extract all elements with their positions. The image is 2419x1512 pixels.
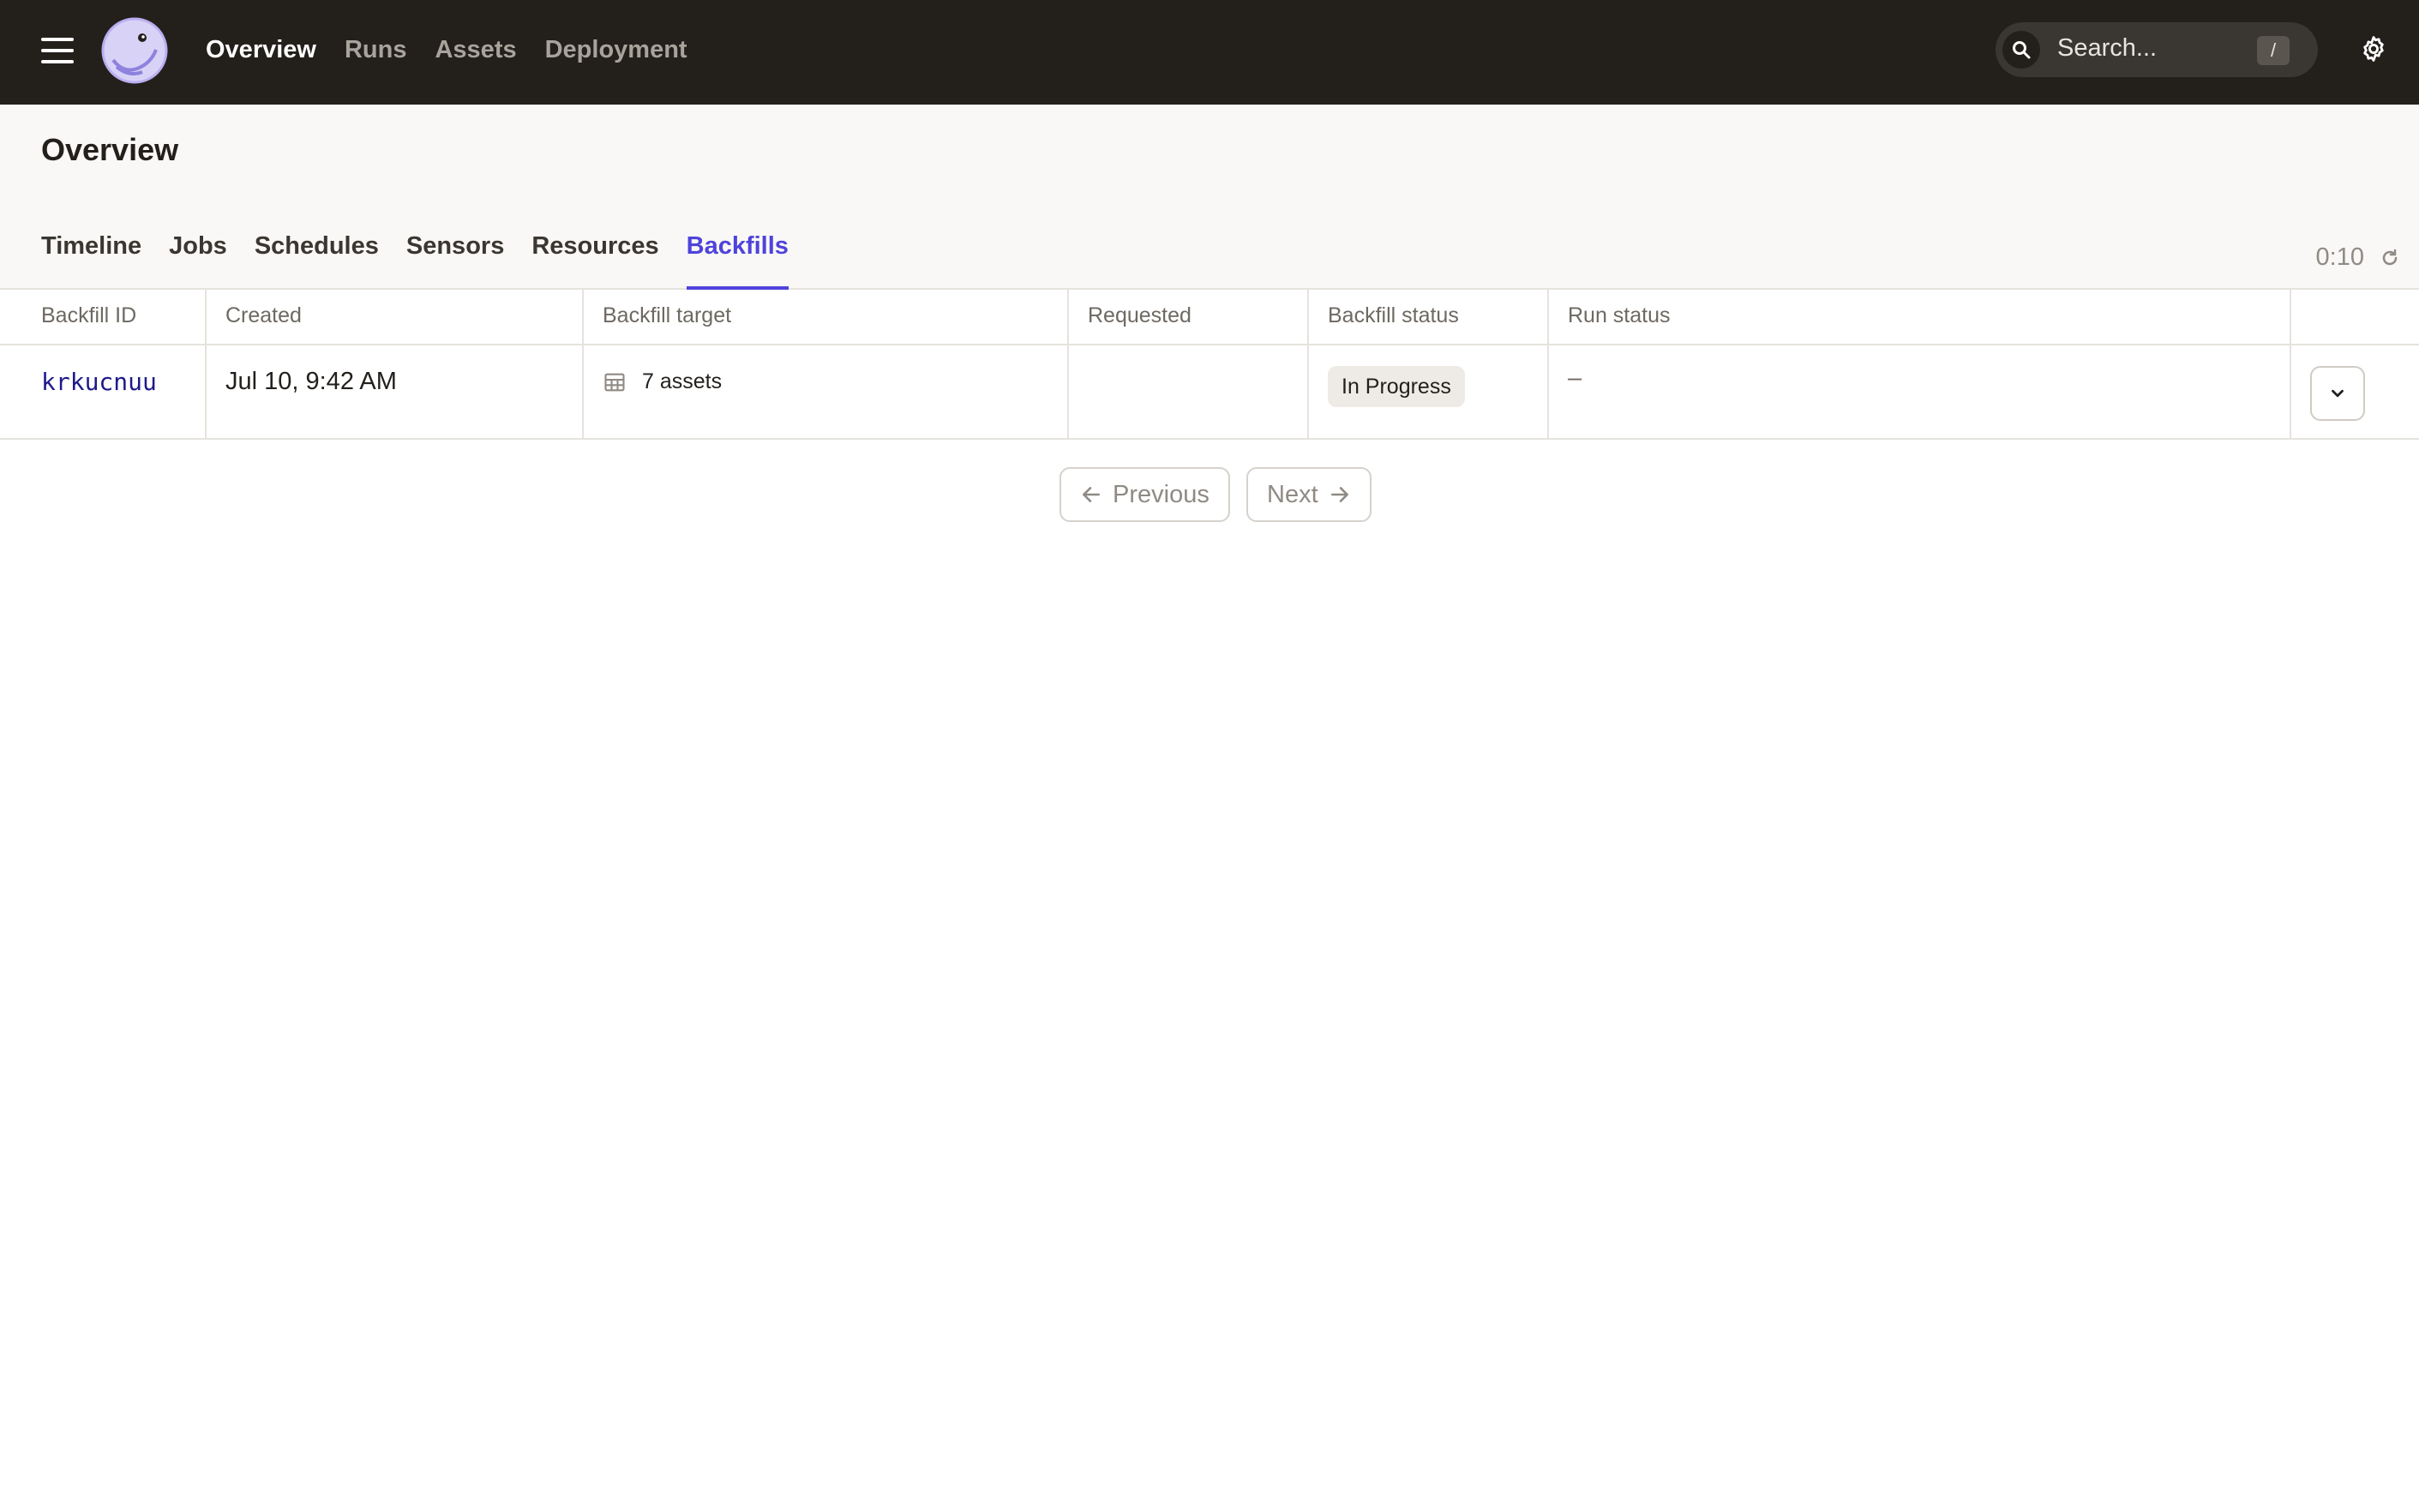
- tab-schedules[interactable]: Schedules: [255, 225, 379, 290]
- page-title: Overview: [41, 132, 179, 167]
- header-cell: Created: [207, 290, 584, 344]
- backfills-table: Backfill ID Created Backfill target Requ…: [0, 290, 2419, 440]
- tab-backfills[interactable]: Backfills: [686, 225, 789, 290]
- top-navigation-bar: Overview Runs Assets Deployment Search..…: [0, 0, 2419, 105]
- header-cell: Run status: [1549, 290, 2291, 344]
- table-header-row: Backfill ID Created Backfill target Requ…: [0, 290, 2419, 345]
- dagster-logo-icon[interactable]: [99, 15, 170, 86]
- main-nav: Overview Runs Assets Deployment: [206, 31, 687, 69]
- column-header-backfill-status: Backfill status: [1328, 303, 1459, 327]
- nav-runs[interactable]: Runs: [345, 31, 407, 69]
- overview-tabs: Timeline Jobs Schedules Sensors Resource…: [41, 225, 789, 290]
- nav-overview[interactable]: Overview: [206, 31, 316, 69]
- nav-assets[interactable]: Assets: [435, 31, 516, 69]
- previous-page-button[interactable]: Previous: [1059, 467, 1230, 522]
- refresh-countdown: 0:10: [2315, 243, 2364, 271]
- column-header-requested: Requested: [1088, 303, 1191, 327]
- page-header: Overview Timeline Jobs Schedules Sensors…: [0, 105, 2419, 290]
- column-header-created: Created: [225, 303, 302, 327]
- next-page-label: Next: [1267, 480, 1318, 508]
- status-badge: In Progress: [1328, 366, 1465, 407]
- refresh-icon[interactable]: [2380, 248, 2400, 268]
- cell-backfill-id: krkucnuu: [0, 345, 207, 438]
- cell-backfill-target: 7 assets: [584, 345, 1069, 438]
- tab-timeline[interactable]: Timeline: [41, 225, 141, 290]
- table-icon: [604, 373, 625, 391]
- backfill-target-link[interactable]: 7 assets: [603, 369, 722, 394]
- backfill-target-label: 7 assets: [642, 369, 723, 393]
- created-timestamp[interactable]: Jul 10, 9:42 AM: [225, 368, 397, 396]
- search-placeholder: Search...: [2057, 34, 2158, 62]
- cell-backfill-status: In Progress: [1309, 345, 1549, 438]
- search-input[interactable]: Search... /: [1996, 22, 2318, 77]
- cell-run-status: –: [1549, 345, 2291, 438]
- chevron-down-icon: [2332, 389, 2344, 398]
- menu-icon[interactable]: [41, 38, 75, 67]
- cell-requested: [1069, 345, 1309, 438]
- tab-jobs[interactable]: Jobs: [169, 225, 227, 290]
- gear-icon[interactable]: [2359, 34, 2388, 63]
- tab-sensors[interactable]: Sensors: [406, 225, 504, 290]
- table-row: krkucnuu Jul 10, 9:42 AM 7 assets In Pro…: [0, 345, 2419, 440]
- row-actions-button[interactable]: [2310, 366, 2365, 421]
- header-cell: Requested: [1069, 290, 1309, 344]
- nav-deployment[interactable]: Deployment: [545, 31, 687, 69]
- arrow-right-icon: [1330, 487, 1348, 502]
- header-cell: Backfill status: [1309, 290, 1549, 344]
- refresh-control[interactable]: 0:10: [2316, 243, 2400, 272]
- column-header-backfill-target: Backfill target: [603, 303, 732, 327]
- header-cell: Backfill ID: [0, 290, 207, 344]
- previous-page-label: Previous: [1113, 480, 1210, 508]
- arrow-left-icon: [1083, 487, 1100, 502]
- next-page-button[interactable]: Next: [1246, 467, 1372, 522]
- cell-created: Jul 10, 9:42 AM: [207, 345, 584, 438]
- column-header-backfill-id: Backfill ID: [41, 303, 137, 327]
- search-shortcut-key: /: [2257, 36, 2290, 65]
- run-status-value: –: [1568, 364, 1582, 392]
- tab-resources[interactable]: Resources: [531, 225, 658, 290]
- column-header-run-status: Run status: [1568, 303, 1671, 327]
- search-icon: [2002, 31, 2040, 69]
- backfill-id-link[interactable]: krkucnuu: [41, 368, 157, 396]
- header-cell: Backfill target: [584, 290, 1069, 344]
